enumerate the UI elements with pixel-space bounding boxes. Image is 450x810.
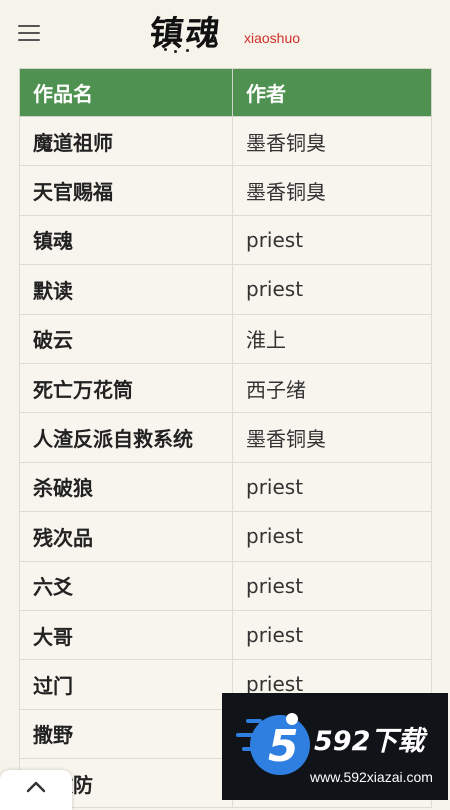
table-row[interactable]: 残次品 priest	[19, 511, 432, 562]
table-row[interactable]: 默读 priest	[19, 264, 432, 315]
work-title-cell[interactable]: 撒野	[19, 708, 233, 760]
author-cell: 淮上	[232, 313, 432, 364]
work-title-cell[interactable]: 过门	[19, 659, 233, 710]
work-title-cell[interactable]: 镇魂	[19, 214, 233, 266]
work-title-cell[interactable]: 杀破狼	[19, 461, 233, 513]
hamburger-menu-icon[interactable]	[18, 24, 40, 42]
column-header-author: 作者	[232, 68, 432, 117]
work-title-cell[interactable]: 死亡万花筒	[19, 362, 233, 414]
watermark-banner: 5 592下载 www.592xiazai.com	[222, 693, 448, 800]
author-cell: 墨香铜臭	[232, 412, 432, 463]
table-row[interactable]: 死亡万花筒 西子绪	[19, 362, 432, 414]
chevron-up-icon	[26, 781, 46, 793]
author-cell: priest	[232, 560, 432, 611]
watermark-logo-icon: 5	[236, 713, 310, 775]
work-title-cell[interactable]: 天官赐福	[19, 165, 233, 216]
author-cell: priest	[232, 214, 432, 266]
table-row[interactable]: 六爻 priest	[19, 560, 432, 611]
watermark-url: www.592xiazai.com	[310, 769, 433, 785]
work-title-cell[interactable]: 六爻	[19, 560, 233, 611]
site-header: 镇魂 xiaoshuo	[0, 0, 450, 68]
work-title-cell[interactable]: 默读	[19, 264, 233, 315]
table-row[interactable]: 大哥 priest	[19, 609, 432, 661]
author-cell: 墨香铜臭	[232, 115, 432, 167]
column-header-title: 作品名	[19, 68, 233, 117]
logo-english-text: xiaoshuo	[244, 30, 301, 46]
table-row[interactable]: 镇魂 priest	[19, 214, 432, 266]
author-cell: priest	[232, 609, 432, 661]
author-cell: 西子绪	[232, 362, 432, 414]
back-to-top-button[interactable]	[0, 770, 72, 810]
table-row[interactable]: 杀破狼 priest	[19, 461, 432, 513]
author-cell: 墨香铜臭	[232, 165, 432, 216]
author-cell: priest	[232, 511, 432, 562]
work-title-cell[interactable]: 大哥	[19, 609, 233, 661]
table-row[interactable]: 人渣反派自救系统 墨香铜臭	[19, 412, 432, 463]
svg-text:5: 5	[268, 721, 299, 772]
table-row[interactable]: 天官赐福 墨香铜臭	[19, 165, 432, 216]
table-header-row: 作品名 作者	[19, 68, 432, 117]
work-title-cell[interactable]: 残次品	[19, 511, 233, 562]
work-title-cell[interactable]: 破云	[19, 313, 233, 364]
author-cell: priest	[232, 264, 432, 315]
work-title-cell[interactable]: 人渣反派自救系统	[19, 412, 233, 463]
logo-ink-dots	[160, 46, 220, 54]
table-row[interactable]: 魔道祖师 墨香铜臭	[19, 115, 432, 167]
work-title-cell[interactable]: 魔道祖师	[19, 115, 233, 167]
watermark-brand: 592下载	[314, 726, 425, 757]
author-cell: priest	[232, 461, 432, 513]
table-row[interactable]: 破云 淮上	[19, 313, 432, 364]
